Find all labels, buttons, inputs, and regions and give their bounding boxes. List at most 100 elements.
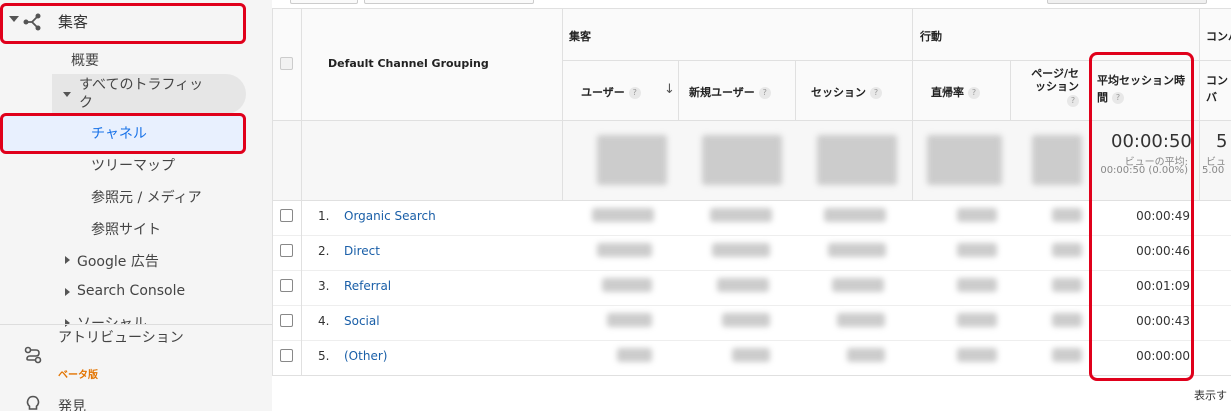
table-border [1010, 60, 1011, 120]
channel-link-referral[interactable]: Referral [344, 279, 391, 293]
table-border [272, 200, 1231, 201]
blurred-total [597, 135, 667, 185]
table-border [1199, 8, 1200, 200]
collapse-triangle-icon [65, 256, 70, 264]
blurred-cell [957, 243, 997, 257]
table-border [272, 120, 1231, 121]
blurred-cell [1052, 313, 1082, 327]
channel-link-other[interactable]: (Other) [344, 349, 387, 363]
toolbar-button[interactable] [1047, 0, 1207, 4]
channel-link-direct[interactable]: Direct [344, 244, 380, 258]
column-header-label: ユーザー [581, 86, 625, 99]
column-header-label: セッション [811, 86, 866, 99]
blurred-total [1032, 135, 1082, 185]
nav-item-attribution[interactable]: アトリビューション [58, 329, 188, 348]
table-border [301, 8, 302, 375]
blurred-cell [722, 313, 770, 327]
blurred-cell [957, 208, 997, 222]
column-header-sessions[interactable]: セッション? [811, 84, 882, 100]
help-icon[interactable]: ? [968, 87, 980, 99]
blurred-cell [1052, 208, 1082, 222]
nav-item-referrals[interactable]: 参照サイト [91, 219, 161, 239]
toolbar-button[interactable] [364, 0, 534, 4]
nav-item-search-console[interactable]: Search Console [77, 283, 185, 299]
row-checkbox[interactable] [280, 209, 293, 222]
blurred-cell [617, 348, 652, 362]
blurred-cell [732, 348, 770, 362]
row-checkbox[interactable] [280, 314, 293, 327]
column-header-label: 新規ユーザー [689, 86, 755, 99]
blurred-cell [1052, 278, 1082, 292]
help-icon[interactable]: ? [1067, 95, 1079, 107]
nav-item-google-ads[interactable]: Google 広告 [77, 251, 159, 271]
table-border [912, 8, 913, 200]
table-border [795, 60, 796, 120]
blurred-cell [710, 208, 772, 222]
nav-item-all-traffic[interactable]: すべてのトラフィック [52, 74, 246, 114]
rows-per-page-label: 表示す [1194, 389, 1227, 402]
table-border [678, 60, 679, 120]
report-table: Default Channel Grouping 集客 行動 コンバ ユーザー?… [272, 0, 1231, 411]
channel-link-social[interactable]: Social [344, 314, 380, 328]
row-checkbox[interactable] [280, 244, 293, 257]
blurred-cell [957, 313, 997, 327]
channel-link-organic-search[interactable]: Organic Search [344, 209, 436, 223]
column-header-label: 直帰率 [931, 86, 964, 99]
table-border [272, 340, 1231, 341]
row-number: 1. [318, 209, 330, 223]
blurred-total [702, 135, 782, 185]
help-icon[interactable]: ? [758, 87, 771, 99]
blurred-total [817, 135, 897, 185]
blurred-cell [607, 313, 652, 327]
group-header-conversions: コンバ [1206, 30, 1231, 43]
nav-item-social[interactable]: ソーシャル [77, 313, 147, 324]
nav-item-overview[interactable]: 概要 [71, 50, 99, 70]
blurred-cell [957, 278, 997, 292]
table-border [272, 375, 1231, 376]
table-border [272, 8, 273, 375]
total-conversion-rate: 5 [1216, 131, 1228, 152]
column-header-conversion-rate[interactable]: コンバ ン率 [1206, 72, 1231, 106]
select-all-checkbox[interactable] [280, 57, 293, 70]
table-border [272, 305, 1231, 306]
nav-item-discover[interactable]: 発見 [58, 396, 86, 411]
blurred-cell [847, 348, 885, 362]
nav-item-treemap[interactable]: ツリーマップ [91, 155, 175, 175]
help-icon[interactable]: ? [870, 87, 882, 99]
row-number: 2. [318, 244, 330, 258]
group-header-behavior: 行動 [920, 30, 942, 43]
dimension-header[interactable]: Default Channel Grouping [328, 57, 489, 70]
nav-item-source-medium[interactable]: 参照元 / メディア [91, 187, 202, 207]
blurred-cell [712, 243, 770, 257]
column-header-users[interactable]: ユーザー? [581, 84, 641, 100]
blurred-cell [824, 208, 886, 222]
highlight-box-avg-session-duration [1089, 52, 1194, 381]
help-icon[interactable]: ? [628, 87, 641, 99]
highlight-box-acquisition [0, 3, 246, 44]
conversion-view-value: 5.00 [1202, 165, 1225, 176]
column-header-label: コンバ ン率 [1206, 74, 1228, 104]
blurred-cell [957, 348, 997, 362]
column-header-new-users[interactable]: 新規ユーザー? [689, 84, 771, 100]
row-checkbox[interactable] [280, 349, 293, 362]
sort-descending-icon[interactable]: ↓ [664, 82, 675, 97]
nav-item-label: すべてのトラフィック [79, 77, 204, 111]
column-header-bounce-rate[interactable]: 直帰率? [931, 84, 980, 100]
row-checkbox[interactable] [280, 279, 293, 292]
blurred-cell [592, 208, 654, 222]
expand-triangle-icon [63, 92, 71, 97]
highlight-box-channels [0, 113, 246, 154]
blurred-cell [602, 278, 652, 292]
beta-badge: ベータ版 [58, 370, 98, 381]
blurred-cell [717, 278, 769, 292]
blurred-cell [832, 278, 884, 292]
blurred-cell [1052, 243, 1082, 257]
toolbar-button[interactable] [290, 0, 358, 4]
attribution-icon [24, 346, 42, 364]
group-header-acquisition: 集客 [569, 30, 591, 43]
blurred-cell [1052, 348, 1082, 362]
divider [0, 324, 272, 325]
table-border [562, 8, 563, 200]
blurred-cell [828, 243, 886, 257]
column-header-pages-per-session[interactable]: ページ/セッション? [1021, 67, 1079, 107]
